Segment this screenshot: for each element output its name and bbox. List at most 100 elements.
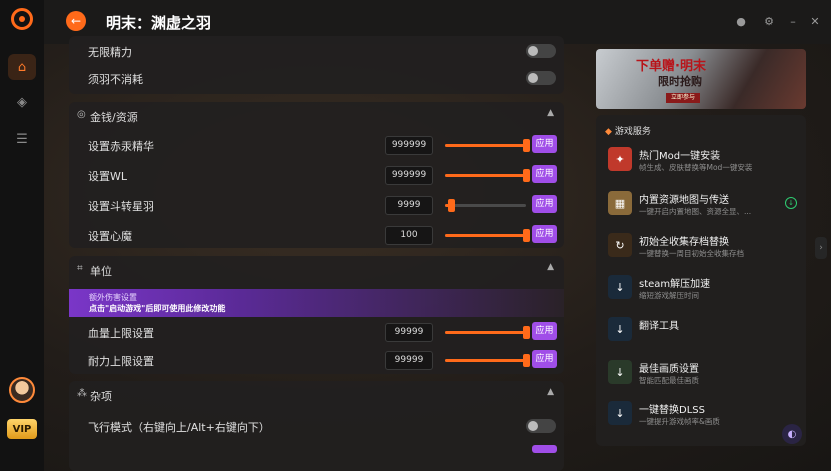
- service-name: 翻译工具: [639, 321, 679, 332]
- section-title: 单位: [90, 265, 112, 278]
- service-item[interactable]: ↓ steam解压加速 缩短游戏解压时间: [608, 273, 798, 307]
- chevron-up-icon[interactable]: ▲: [547, 387, 554, 397]
- section-header[interactable]: ◎ 金钱/资源 ▲: [69, 104, 564, 128]
- service-desc: 帧生成、皮肤替换等Mod一键安装: [639, 163, 753, 172]
- value-input[interactable]: 100: [385, 226, 433, 245]
- service-item[interactable]: ↓ 一键替换DLSS 一键提升游戏帧率&画质: [608, 399, 798, 433]
- value-slider[interactable]: [445, 169, 530, 182]
- record-icon[interactable]: ●: [734, 14, 748, 28]
- apply-button[interactable]: 应用: [532, 322, 557, 340]
- value-input[interactable]: 999999: [385, 166, 433, 185]
- service-desc: 一键提升游戏帧率&画质: [639, 417, 720, 426]
- close-icon[interactable]: ✕: [808, 14, 822, 28]
- steam-icon: ↓: [608, 275, 632, 299]
- apply-button[interactable]: 应用: [532, 165, 557, 183]
- minimize-icon[interactable]: –: [786, 14, 800, 28]
- value-slider[interactable]: [445, 139, 530, 152]
- back-button[interactable]: ←: [66, 11, 86, 31]
- dlss-icon: ↓: [608, 401, 632, 425]
- vip-badge[interactable]: VIP: [7, 419, 37, 439]
- service-desc: 一键替换一周目初始全收集存档: [639, 249, 744, 258]
- gamepad-icon[interactable]: ◈: [8, 89, 36, 115]
- damage-setting-banner: 额外伤害设置 点击"启动游戏"后即可使用此修改功能: [69, 289, 564, 317]
- toggle-switch[interactable]: [526, 44, 556, 58]
- toggle-label: 无限精力: [88, 46, 132, 59]
- services-icon: ◆: [605, 127, 612, 137]
- promo-banner[interactable]: 下单赠·明末 限时抢购 立即参与: [596, 49, 806, 109]
- service-item[interactable]: ↓ 最佳画质设置 智能匹配最佳画质: [608, 358, 798, 392]
- toggle-row: 飞行模式（右键向上/Alt+右键向下）: [69, 411, 564, 441]
- service-item[interactable]: ▦ 内置资源地图与传送 一键开启内置地图、资源全显、... ↓: [608, 189, 798, 223]
- page-title: 明末：渊虚之羽: [106, 14, 212, 32]
- toggle-panel: 无限精力 须羽不消耗: [69, 36, 564, 94]
- settings-icon[interactable]: ⚙: [762, 14, 776, 28]
- services-title: 游戏服务: [614, 127, 651, 137]
- avatar[interactable]: [9, 377, 35, 403]
- value-input[interactable]: 999999: [385, 136, 433, 155]
- apply-button[interactable]: 应用: [532, 195, 557, 213]
- service-name: 内置资源地图与传送: [639, 195, 729, 206]
- service-item[interactable]: ✦ 热门Mod一键安装 帧生成、皮肤替换等Mod一键安装: [608, 145, 798, 179]
- unit-section: ⌗ 单位 ▲ 额外伤害设置 点击"启动游戏"后即可使用此修改功能 血量上限设置 …: [69, 256, 564, 374]
- slider-handle[interactable]: [523, 354, 530, 367]
- headset-icon[interactable]: ◐: [782, 424, 802, 444]
- value-input[interactable]: 9999: [385, 196, 433, 215]
- service-name: 热门Mod一键安装: [639, 151, 721, 162]
- quality-icon: ↓: [608, 360, 632, 384]
- chevron-up-icon[interactable]: ▲: [547, 262, 554, 272]
- toggle-switch[interactable]: [526, 419, 556, 433]
- value-slider[interactable]: [445, 229, 530, 242]
- toggle-row: 无限精力: [69, 36, 564, 66]
- value-slider[interactable]: [445, 199, 526, 212]
- section-title: 金钱/资源: [90, 111, 138, 124]
- misc-section: ⁂ 杂项 ▲ 飞行模式（右键向上/Alt+右键向下）: [69, 381, 564, 471]
- chevron-right-icon[interactable]: ›: [815, 237, 827, 259]
- banner-hint: 点击"启动游戏"后即可使用此修改功能: [89, 304, 226, 313]
- slider-handle[interactable]: [523, 326, 530, 339]
- promo-subtitle: 限时抢购: [658, 75, 702, 88]
- value-row: 血量上限设置 99999 应用: [69, 317, 564, 347]
- apply-button[interactable]: 应用: [532, 225, 557, 243]
- value-input[interactable]: 99999: [385, 323, 433, 342]
- value-input[interactable]: 99999: [385, 351, 433, 370]
- service-item[interactable]: ↓ 翻译工具: [608, 315, 798, 349]
- section-header[interactable]: ⌗ 单位 ▲: [69, 258, 564, 282]
- value-row: 设置斗转星羽 9999 应用: [69, 190, 564, 220]
- slider-handle[interactable]: [523, 169, 530, 182]
- row-label: 耐力上限设置: [88, 355, 154, 368]
- service-desc: 智能匹配最佳画质: [639, 376, 699, 385]
- app-logo-icon[interactable]: [11, 8, 33, 30]
- slider-handle[interactable]: [523, 229, 530, 242]
- apply-button[interactable]: 应用: [532, 350, 557, 368]
- value-row: 设置赤汞精华 999999 应用: [69, 130, 564, 160]
- row-label: 设置WL: [88, 170, 128, 183]
- database-icon[interactable]: ☰: [8, 126, 36, 152]
- sidebar: ⌂ ◈ ☰ VIP: [0, 0, 45, 471]
- map-icon: ▦: [608, 191, 632, 215]
- download-icon[interactable]: ↓: [785, 197, 797, 209]
- unit-icon: ⌗: [77, 263, 83, 274]
- apply-button[interactable]: 应用: [532, 135, 557, 153]
- toggle-switch[interactable]: [526, 71, 556, 85]
- value-row: 耐力上限设置 99999 应用: [69, 345, 564, 375]
- service-item[interactable]: ↻ 初始全收集存档替换 一键替换一周目初始全收集存档: [608, 231, 798, 265]
- toggle-label: 须羽不消耗: [88, 73, 143, 86]
- apply-button-partial[interactable]: [532, 445, 557, 453]
- value-slider[interactable]: [445, 326, 530, 339]
- promo-button[interactable]: 立即参与: [666, 93, 700, 103]
- slider-handle[interactable]: [448, 199, 456, 212]
- value-slider[interactable]: [445, 354, 530, 367]
- right-column: 下单赠·明末 限时抢购 立即参与 ◆ 游戏服务 ✦ 热门Mod一键安装 帧生成、皮…: [596, 49, 806, 446]
- misc-icon: ⁂: [77, 388, 87, 399]
- slider-handle[interactable]: [523, 139, 530, 152]
- main-content: 无限精力 须羽不消耗 ◎ 金钱/资源 ▲ 设置赤汞精华 999999 应用 设置…: [44, 36, 831, 471]
- service-name: 一键替换DLSS: [639, 405, 705, 416]
- home-icon[interactable]: ⌂: [8, 54, 36, 80]
- chevron-up-icon[interactable]: ▲: [547, 108, 554, 118]
- game-services-panel: ◆ 游戏服务 ✦ 热门Mod一键安装 帧生成、皮肤替换等Mod一键安装 ▦ 内置资…: [596, 115, 806, 446]
- money-section: ◎ 金钱/资源 ▲ 设置赤汞精华 999999 应用 设置WL 999999 应…: [69, 102, 564, 248]
- toggle-row: 须羽不消耗: [69, 63, 564, 93]
- section-header[interactable]: ⁂ 杂项 ▲: [69, 383, 564, 407]
- section-title: 杂项: [90, 390, 112, 403]
- row-label: 设置赤汞精华: [88, 140, 154, 153]
